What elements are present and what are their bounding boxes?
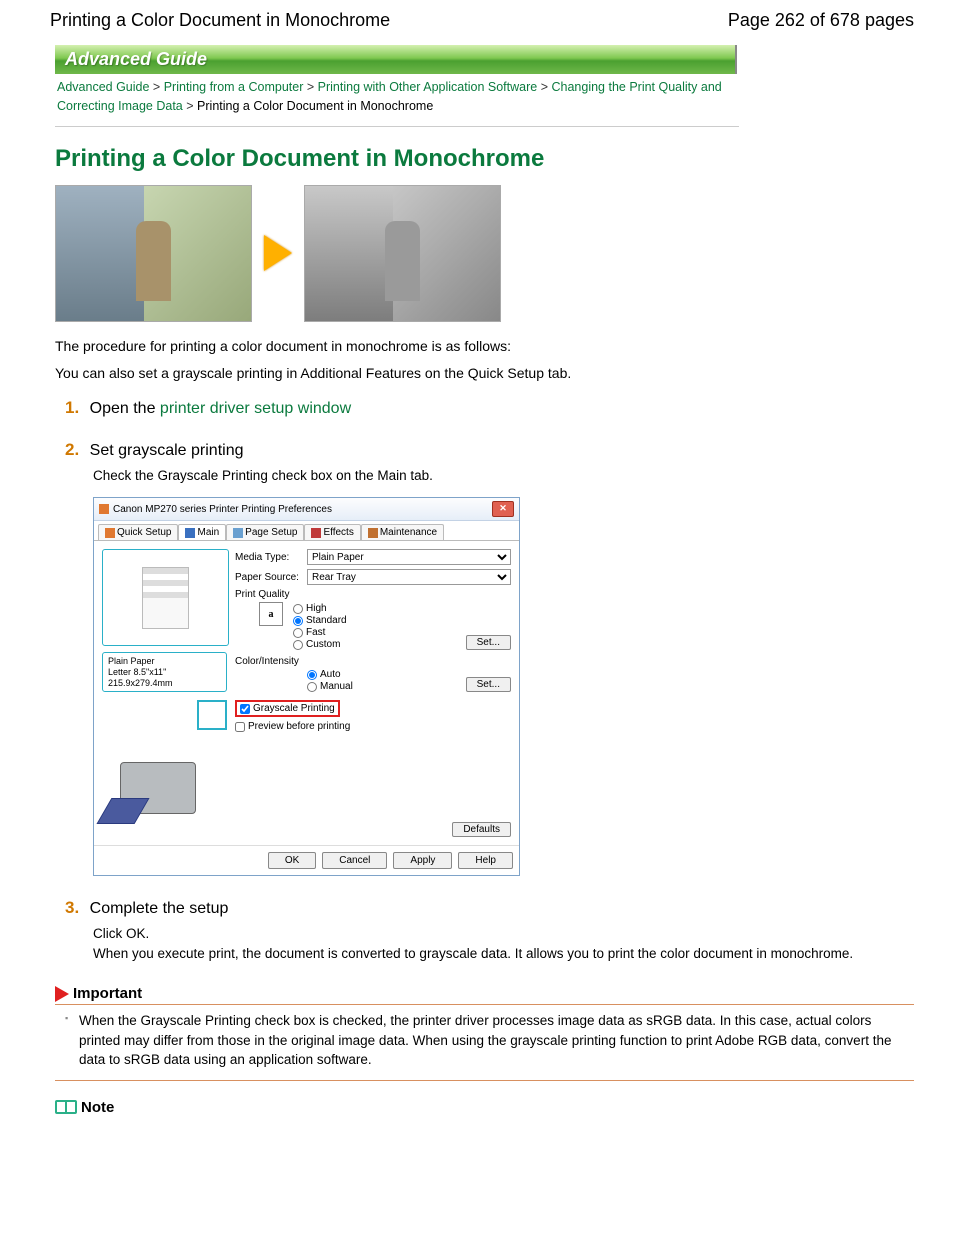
important-label: Important: [73, 985, 142, 1002]
page-title: Printing a Color Document in Monochrome: [55, 145, 914, 173]
note-icon: [55, 1100, 77, 1114]
breadcrumb-sep: >: [186, 99, 193, 113]
ok-button[interactable]: OK: [268, 852, 316, 869]
quick-setup-icon: [105, 528, 115, 538]
step-number: 2.: [65, 440, 79, 459]
printing-preferences-dialog: Canon MP270 series Printer Printing Pref…: [93, 497, 520, 876]
important-note: When the Grayscale Printing check box is…: [55, 1004, 914, 1081]
step-body: When you execute print, the document is …: [93, 944, 914, 964]
intro-paragraph: The procedure for printing a color docum…: [55, 336, 914, 357]
quality-fast-radio[interactable]: Fast: [293, 627, 347, 638]
breadcrumb-link[interactable]: Printing from a Computer: [164, 80, 304, 94]
step-title-text: Complete the setup: [90, 900, 229, 917]
example-color-image: [55, 185, 252, 322]
grayscale-printing-checkbox[interactable]: Grayscale Printing: [235, 700, 340, 717]
step-title-text: Open the: [90, 400, 160, 417]
breadcrumb-link[interactable]: Advanced Guide: [57, 80, 149, 94]
quality-custom-radio[interactable]: Custom: [293, 639, 347, 650]
help-button[interactable]: Help: [458, 852, 513, 869]
step-title-text: Set grayscale printing: [90, 442, 244, 459]
tab-maintenance[interactable]: Maintenance: [361, 524, 444, 540]
maintenance-icon: [368, 528, 378, 538]
quality-sample-icon: a: [259, 602, 283, 626]
print-quality-label: Print Quality: [235, 589, 511, 600]
important-icon: [55, 986, 69, 1002]
ci-set-button[interactable]: Set...: [466, 677, 511, 692]
arrow-right-icon: [264, 235, 292, 271]
quality-standard-radio[interactable]: Standard: [293, 615, 347, 626]
step-3: 3. Complete the setup Click OK. When you…: [65, 898, 914, 963]
media-type-select[interactable]: Plain Paper: [307, 549, 511, 565]
media-type-label: Media Type:: [235, 552, 307, 563]
note-label: Note: [81, 1099, 114, 1116]
preview-thumbnail[interactable]: [197, 700, 227, 730]
main-icon: [185, 528, 195, 538]
step-body: Click OK.: [93, 924, 914, 944]
cancel-button[interactable]: Cancel: [322, 852, 387, 869]
breadcrumb-sep: >: [307, 80, 314, 94]
step-number: 3.: [65, 898, 79, 917]
preview-before-printing-checkbox[interactable]: Preview before printing: [235, 721, 511, 732]
breadcrumb-link[interactable]: Printing with Other Application Software: [318, 80, 538, 94]
breadcrumb-sep: >: [541, 80, 548, 94]
tab-quick-setup[interactable]: Quick Setup: [98, 524, 178, 540]
quality-high-radio[interactable]: High: [293, 603, 347, 614]
paper-source-select[interactable]: Rear Tray: [307, 569, 511, 585]
breadcrumb: Advanced Guide > Printing from a Compute…: [55, 74, 739, 127]
tab-effects[interactable]: Effects: [304, 524, 360, 540]
effects-icon: [311, 528, 321, 538]
intro-paragraph: You can also set a grayscale printing in…: [55, 363, 914, 384]
step-number: 1.: [65, 398, 79, 417]
close-icon[interactable]: ✕: [492, 501, 514, 517]
step-2: 2. Set grayscale printing Check the Gray…: [65, 440, 914, 877]
tab-page-setup[interactable]: Page Setup: [226, 524, 304, 540]
paper-source-label: Paper Source:: [235, 572, 307, 583]
quality-set-button[interactable]: Set...: [466, 635, 511, 650]
example-monochrome-image: [304, 185, 501, 322]
breadcrumb-current: Printing a Color Document in Monochrome: [197, 99, 433, 113]
page-setup-icon: [233, 528, 243, 538]
color-intensity-label: Color/Intensity: [235, 656, 511, 667]
doc-title: Printing a Color Document in Monochrome: [50, 10, 390, 31]
advanced-guide-banner: Advanced Guide: [55, 45, 737, 74]
paper-info: Plain Paper Letter 8.5"x11" 215.9x279.4m…: [102, 652, 227, 692]
page-preview: [102, 549, 229, 646]
defaults-button[interactable]: Defaults: [452, 822, 511, 837]
apply-button[interactable]: Apply: [393, 852, 452, 869]
comparison-figure: [55, 185, 914, 322]
dialog-title: Canon MP270 series Printer Printing Pref…: [113, 504, 332, 515]
breadcrumb-sep: >: [153, 80, 160, 94]
printer-illustration: [102, 740, 212, 830]
tab-main[interactable]: Main: [178, 524, 226, 540]
dialog-tabs: Quick Setup Main Page Setup Effects Main…: [94, 521, 519, 541]
printer-icon: [99, 504, 109, 514]
page-indicator: Page 262 of 678 pages: [728, 10, 914, 31]
printer-driver-setup-link[interactable]: printer driver setup window: [160, 400, 351, 417]
step-body: Check the Grayscale Printing check box o…: [93, 466, 914, 486]
step-1: 1. Open the printer driver setup window: [65, 398, 914, 418]
